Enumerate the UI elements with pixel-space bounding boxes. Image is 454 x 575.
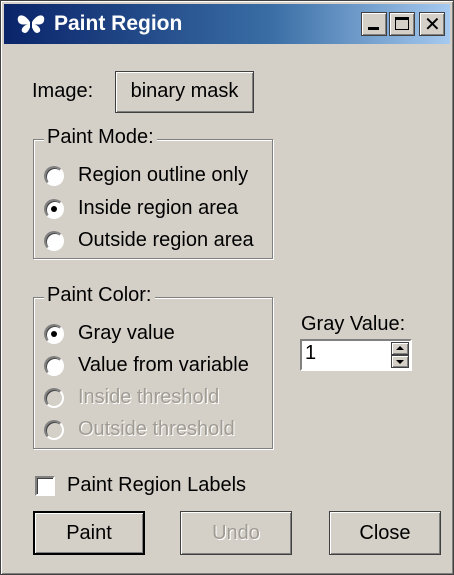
- radio-button[interactable]: [44, 166, 64, 186]
- paint-color-title: Paint Color:: [44, 284, 155, 307]
- title-bar[interactable]: Paint Region ✕: [4, 4, 450, 44]
- radio-button[interactable]: [44, 356, 64, 376]
- radio-button[interactable]: [44, 231, 64, 251]
- undo-button[interactable]: Undo: [180, 511, 292, 555]
- gray-value-label: Gray Value:: [301, 313, 406, 335]
- image-label: Image:: [32, 80, 94, 102]
- spin-up-button[interactable]: [391, 342, 409, 355]
- close-button[interactable]: Close: [329, 511, 441, 555]
- close-icon: ✕: [424, 12, 441, 36]
- radio-label: Value from variable: [78, 354, 249, 376]
- maximize-icon: [395, 17, 409, 30]
- maximize-button[interactable]: [389, 12, 415, 36]
- spin-down-button[interactable]: [391, 355, 409, 368]
- radio-button[interactable]: [44, 388, 64, 408]
- radio-label: Inside threshold: [78, 386, 220, 408]
- radio-selected-dot: [51, 206, 57, 212]
- paint-region-labels-checkbox[interactable]: [35, 476, 55, 496]
- minimize-button[interactable]: [361, 12, 387, 36]
- paint-region-window: Paint Region ✕ Image: binary mask Paint …: [0, 0, 454, 575]
- image-select-button[interactable]: binary mask: [115, 71, 254, 113]
- paint-region-labels-label[interactable]: Paint Region Labels: [67, 474, 246, 497]
- radio-label: Inside region area: [78, 197, 239, 219]
- radio-button[interactable]: [44, 199, 64, 219]
- radio-label: Gray value: [78, 322, 175, 344]
- radio-button[interactable]: [44, 324, 64, 344]
- radio-label: Region outline only: [78, 164, 249, 186]
- radio-selected-dot: [51, 331, 57, 337]
- minimize-icon: [368, 27, 379, 30]
- radio-label: Outside region area: [78, 229, 254, 251]
- radio-button[interactable]: [44, 420, 64, 440]
- gray-value-input[interactable]: 1: [305, 342, 316, 365]
- paint-color-group: Paint Color: Gray value Value from varia…: [33, 284, 273, 449]
- app-butterfly-icon: [17, 15, 45, 33]
- paint-mode-group: Paint Mode: Region outline only Inside r…: [33, 126, 273, 259]
- close-window-button[interactable]: ✕: [419, 12, 445, 36]
- arrow-down-icon: [396, 360, 404, 364]
- paint-mode-title: Paint Mode:: [44, 126, 157, 149]
- arrow-up-icon: [396, 346, 404, 350]
- paint-button[interactable]: Paint: [33, 511, 145, 555]
- gray-value-spinbox[interactable]: 1: [300, 339, 412, 371]
- window-title: Paint Region: [54, 12, 183, 35]
- radio-label: Outside threshold: [78, 418, 235, 440]
